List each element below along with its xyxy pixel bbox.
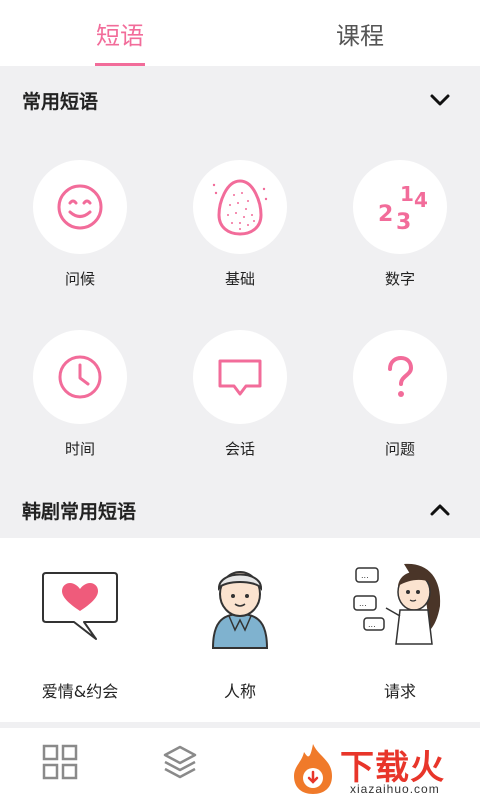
chevron-up-icon[interactable]: [428, 498, 452, 522]
illustration: [180, 550, 300, 660]
section-title: 韩剧常用短语: [22, 500, 137, 523]
smile-face-icon: [57, 184, 103, 230]
category-label: 人称: [223, 682, 256, 701]
layers-icon[interactable]: [162, 744, 198, 780]
active-tab-indicator: [95, 63, 145, 66]
svg-text:...: ...: [361, 571, 369, 580]
heart-bubble-icon: [42, 572, 118, 640]
watermark: 下载火 xiazaihuo.com: [280, 738, 480, 800]
phrase-category-conversation[interactable]: 会话: [160, 330, 320, 480]
category-label: 基础: [224, 270, 255, 288]
drama-category-love-dating[interactable]: 爱情&约会: [0, 550, 160, 710]
section-title: 常用短语: [22, 90, 99, 113]
common-phrases-header[interactable]: 常用短语: [0, 72, 480, 128]
phrase-category-basics[interactable]: 基础: [160, 160, 320, 310]
phrase-category-questions[interactable]: 问题: [320, 330, 480, 480]
svg-text:...: ...: [368, 620, 376, 629]
svg-text:4: 4: [414, 188, 428, 212]
category-label: 请求: [383, 682, 416, 701]
svg-text:2: 2: [378, 202, 393, 227]
illustration: [20, 550, 140, 660]
category-circle: 1 4 2 3: [353, 160, 447, 254]
category-label: 会话: [224, 440, 255, 458]
grid-icon[interactable]: [42, 744, 78, 780]
speech-bubble-icon: [218, 359, 262, 396]
clock-icon: [58, 355, 102, 399]
category-circle: [33, 160, 127, 254]
egg-icon: [212, 179, 268, 236]
flame-logo-icon: [294, 744, 332, 794]
category-circle: [193, 330, 287, 424]
tab-courses[interactable]: 课程: [240, 0, 480, 66]
chevron-down-icon[interactable]: [428, 88, 452, 112]
category-circle: [33, 330, 127, 424]
watermark-url: xiazaihuo.com: [350, 782, 440, 796]
phrase-category-time[interactable]: 时间: [0, 330, 160, 480]
category-label: 时间: [64, 440, 95, 458]
category-label: 问候: [64, 270, 95, 288]
svg-text:3: 3: [396, 210, 411, 235]
phrase-category-numbers[interactable]: 1 4 2 3 数字: [320, 160, 480, 310]
category-circle: [353, 330, 447, 424]
phrase-category-greeting[interactable]: 问候: [0, 160, 160, 310]
girl-chat-icon: ... ... ...: [353, 563, 441, 645]
drama-category-person[interactable]: 人称: [160, 550, 320, 710]
question-mark-icon: [388, 355, 414, 397]
top-tab-bar: 短语 课程: [0, 0, 480, 66]
category-label: 爱情&约会: [41, 682, 119, 701]
svg-text:...: ...: [359, 599, 367, 608]
drama-category-requests[interactable]: ... ... ... 请求: [320, 550, 480, 710]
illustration: ... ... ...: [340, 550, 460, 660]
category-label: 问题: [384, 440, 415, 458]
numbers-icon: 1 4 2 3: [378, 182, 428, 235]
drama-phrases-header[interactable]: 韩剧常用短语: [0, 482, 480, 538]
category-circle: [193, 160, 287, 254]
person-hoodie-icon: [211, 571, 269, 649]
tab-phrases[interactable]: 短语: [0, 0, 240, 66]
svg-text:1: 1: [400, 182, 414, 206]
category-label: 数字: [384, 270, 415, 288]
